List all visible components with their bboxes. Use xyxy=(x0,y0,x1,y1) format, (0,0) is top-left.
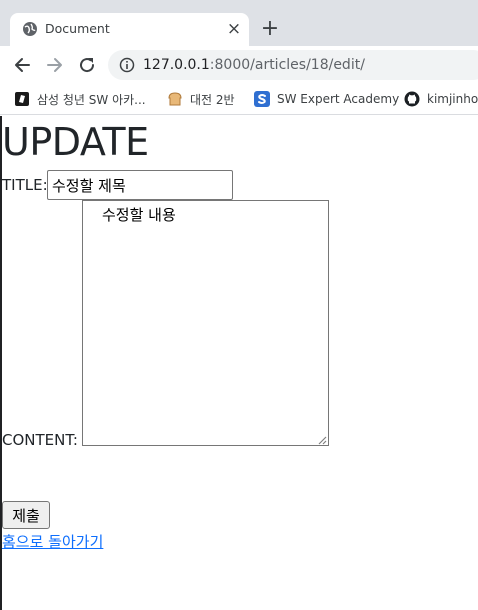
ssafy-icon xyxy=(15,92,29,106)
bookmark-swea[interactable]: SW Expert Academy xyxy=(254,89,399,109)
page-title: UPDATE xyxy=(2,120,149,164)
content-label: CONTENT: xyxy=(2,431,78,449)
close-tab-icon[interactable]: × xyxy=(225,20,243,38)
page-content: UPDATE TITLE: 수정할 내용 CONTENT: 제출 홈으로 돌아가… xyxy=(0,116,478,610)
back-arrow-icon[interactable] xyxy=(12,55,32,75)
content-textarea[interactable]: 수정할 내용 xyxy=(82,200,329,446)
bookmark-label: 삼성 청년 SW 아카... xyxy=(37,92,146,107)
bookmark-label: 대전 2반 xyxy=(190,92,235,107)
resize-grip-icon[interactable] xyxy=(316,434,327,445)
github-icon xyxy=(404,91,420,107)
reload-icon[interactable] xyxy=(77,55,97,75)
new-tab-button[interactable]: + xyxy=(260,18,280,40)
url-host: 127.0.0.1 xyxy=(143,57,210,73)
tab-title: Document xyxy=(45,21,110,36)
address-bar[interactable]: 127.0.0.1:8000/articles/18/edit/ xyxy=(108,50,478,80)
bread-icon xyxy=(168,92,182,106)
info-icon[interactable] xyxy=(119,57,135,73)
title-input[interactable] xyxy=(47,170,233,200)
bookmarks-bar: 삼성 청년 SW 아카... 대전 2반 SW Expert Academy k… xyxy=(0,84,478,115)
title-label: TITLE: xyxy=(2,176,48,194)
url-text: 127.0.0.1:8000/articles/18/edit/ xyxy=(143,57,365,73)
tab-strip: Document × + xyxy=(0,0,478,46)
submit-button[interactable]: 제출 xyxy=(2,501,50,529)
forward-arrow-icon[interactable] xyxy=(45,55,65,75)
bookmark-label: SW Expert Academy xyxy=(277,92,400,106)
home-link[interactable]: 홈으로 돌아가기 xyxy=(2,531,103,552)
bookmark-daejeon[interactable]: 대전 2반 xyxy=(167,89,235,109)
browser-toolbar: 127.0.0.1:8000/articles/18/edit/ xyxy=(0,46,478,84)
browser-tab[interactable]: Document × xyxy=(10,13,249,46)
url-path: :8000/articles/18/edit/ xyxy=(209,57,365,73)
bookmark-github[interactable]: kimjinho- xyxy=(404,89,478,109)
globe-icon xyxy=(23,22,37,36)
bookmark-ssafy[interactable]: 삼성 청년 SW 아카... xyxy=(14,89,146,109)
swea-icon xyxy=(254,91,270,107)
bookmark-label: kimjinho- xyxy=(427,92,478,106)
